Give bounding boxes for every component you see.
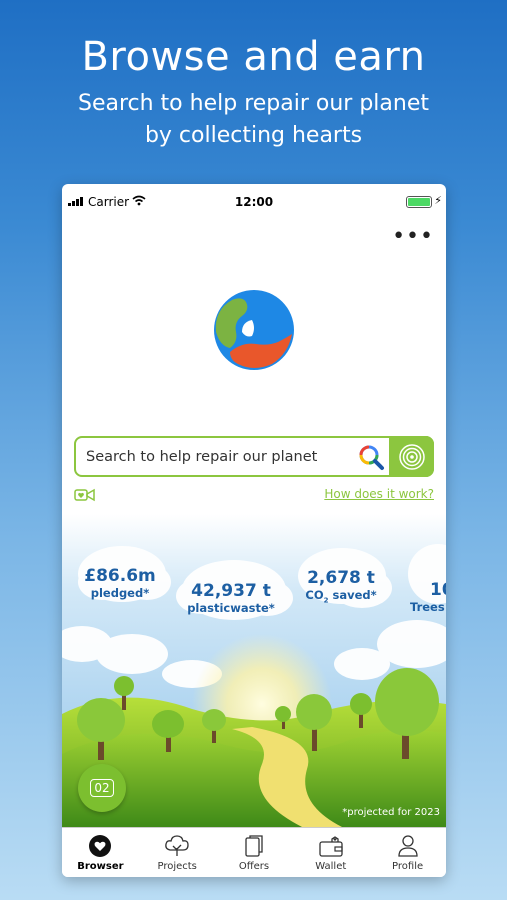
tab-label: Offers — [238, 861, 270, 872]
charging-icon: ⚡ — [434, 194, 442, 207]
offers-icon — [242, 834, 266, 858]
stat-value: 10 — [430, 580, 446, 600]
search-info-row: How does it work? — [74, 487, 434, 503]
clock: 12:00 — [234, 195, 274, 209]
wallet-icon — [318, 834, 344, 858]
more-options-icon[interactable]: ••• — [392, 224, 434, 249]
stat-plastic-waste: 42,937 t plasticwaste* — [175, 581, 287, 615]
promo-title: Browse and earn — [81, 34, 426, 80]
battery-icon — [406, 196, 432, 208]
stat-label: plasticwaste* — [187, 601, 275, 615]
stat-label: CO2 saved* — [305, 588, 377, 605]
tab-projects[interactable]: Projects — [139, 828, 216, 877]
app-logo — [214, 290, 294, 370]
tab-offers[interactable]: Offers — [216, 828, 293, 877]
tab-label: Browser — [77, 861, 124, 872]
tab-label: Profile — [392, 861, 424, 872]
search-submit-button[interactable] — [389, 436, 434, 477]
tab-profile[interactable]: Profile — [369, 828, 446, 877]
stat-value: 2,678 t — [307, 568, 375, 588]
projected-note: *projected for 2023 — [342, 807, 440, 818]
tab-browser[interactable]: Browser — [62, 828, 139, 877]
search-icon[interactable] — [353, 439, 389, 475]
stat-value: £86.6m — [84, 566, 156, 586]
heart-counter-badge[interactable]: 02 — [78, 764, 126, 812]
tab-bar: Browser Projects Offers Wallet Profile — [62, 827, 446, 877]
status-bar: Carrier 12:00 ⚡ — [62, 184, 446, 220]
search-input[interactable] — [76, 438, 353, 475]
profile-icon — [396, 834, 420, 858]
target-icon — [398, 443, 425, 470]
stat-label: Trees — [410, 600, 445, 614]
tab-label: Wallet — [315, 861, 347, 872]
tab-wallet[interactable]: Wallet — [292, 828, 369, 877]
stat-trees: 10 Trees — [402, 580, 446, 614]
promo-subtitle-line1: Search to help repair our planet — [77, 91, 429, 116]
heart-video-icon[interactable] — [74, 487, 96, 506]
how-does-it-work-link[interactable]: How does it work? — [324, 487, 434, 501]
stat-co2-saved: 2,678 t CO2 saved* — [298, 568, 384, 604]
heart-counter: 02 — [90, 779, 114, 797]
search-bar — [74, 436, 434, 477]
stat-label: pledged* — [90, 586, 150, 600]
heart-icon — [88, 834, 112, 858]
stat-value: 42,937 t — [191, 581, 271, 601]
tree-icon — [164, 834, 190, 858]
stat-pledged: £86.6m pledged* — [80, 566, 160, 600]
tab-label: Projects — [157, 861, 197, 872]
promo-subtitle-line2: by collecting hearts — [144, 123, 363, 148]
phone-screen: Carrier 12:00 ⚡ ••• Search to help repai… — [62, 184, 446, 877]
